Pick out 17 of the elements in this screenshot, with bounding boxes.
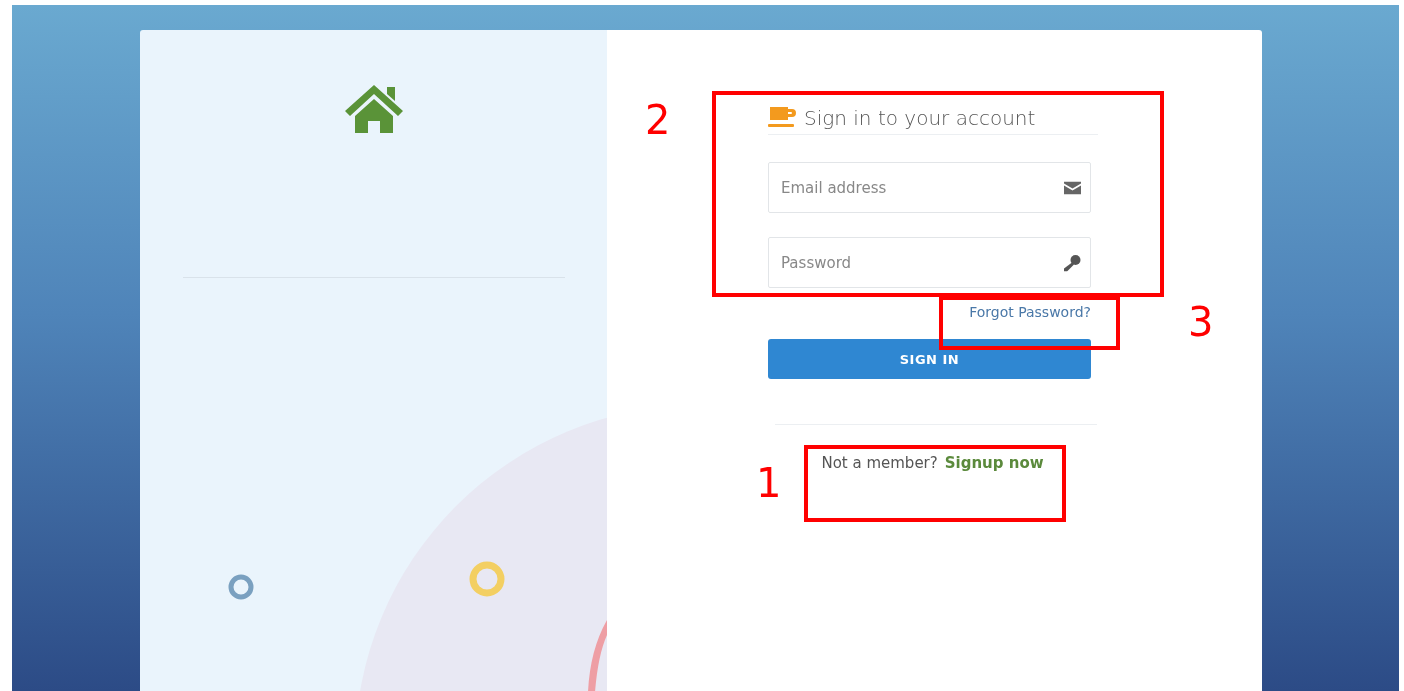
ring-drawing <box>469 561 505 597</box>
key-icon <box>1064 254 1081 271</box>
forgot-password-link[interactable]: Forgot Password? <box>969 304 1091 320</box>
password-field[interactable]: Password <box>768 237 1091 288</box>
form-title: Sign in to your account <box>804 106 1036 130</box>
annotation-number: 3 <box>1188 302 1214 342</box>
annotation-number: 2 <box>645 100 671 140</box>
ring-drawing <box>228 574 254 600</box>
arc-drawing <box>588 620 607 691</box>
signup-prompt: Not a member? <box>821 454 938 472</box>
annotation-number: 1 <box>756 463 782 503</box>
signup-link[interactable]: Signup now <box>944 454 1044 472</box>
home-icon <box>344 85 403 133</box>
coffee-cup-icon <box>768 107 796 129</box>
mail-icon <box>1064 181 1081 194</box>
sign-in-button[interactable]: SIGN IN <box>768 339 1091 379</box>
email-field[interactable]: Email address <box>768 162 1091 213</box>
